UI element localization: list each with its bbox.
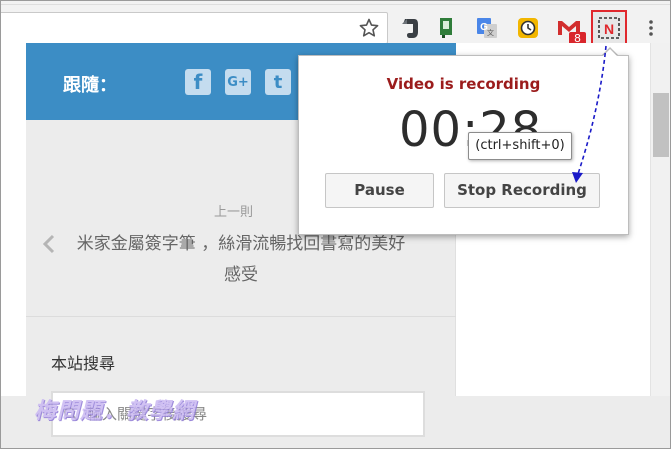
- shortcut-tooltip: (ctrl+shift+0): [468, 132, 572, 160]
- screenshot-frame: G 文 8 N 跟隨： f G+ t 上一則 米家金屬簽字筆 ，絲滑流暢找回書寫…: [0, 0, 671, 449]
- previous-post-label: 上一則: [214, 205, 254, 220]
- green-bookmark-extension-icon[interactable]: [433, 15, 459, 41]
- nimbus-capture-button[interactable]: N: [591, 10, 627, 47]
- google-translate-icon[interactable]: G 文: [474, 15, 500, 41]
- page-left-margin: [1, 43, 26, 396]
- facebook-icon[interactable]: f: [185, 69, 211, 95]
- address-bar[interactable]: [1, 12, 388, 44]
- twitter-icon[interactable]: t: [265, 69, 291, 95]
- chrome-menu-icon[interactable]: [645, 16, 657, 40]
- site-search-input[interactable]: 輸入關鍵字後搜尋: [51, 391, 425, 437]
- search-icon: [64, 407, 78, 421]
- pause-button[interactable]: Pause: [325, 173, 434, 208]
- follow-label: 跟隨：: [63, 75, 117, 96]
- section-divider: [26, 316, 456, 317]
- svg-text:文: 文: [487, 28, 494, 37]
- chevron-left-icon[interactable]: [41, 233, 57, 255]
- svg-text:N: N: [604, 21, 614, 37]
- stop-recording-button[interactable]: Stop Recording: [444, 173, 600, 208]
- googleplus-icon[interactable]: G+: [225, 69, 251, 95]
- scrollbar-thumb[interactable]: [653, 93, 669, 157]
- popup-pointer-fill: [602, 49, 618, 57]
- tab-strip-edge: [1, 1, 670, 5]
- nimbus-capture-icon: N: [598, 17, 620, 39]
- evernote-icon[interactable]: [397, 15, 423, 41]
- clock-extension-icon[interactable]: [515, 15, 541, 41]
- previous-post-link[interactable]: 米家金屬簽字筆 ，絲滑流暢找回書寫的美好感受: [71, 229, 411, 291]
- recording-status: Video is recording: [386, 75, 541, 93]
- bookmark-star-icon[interactable]: [357, 16, 381, 40]
- site-search-heading: 本站搜尋: [51, 354, 116, 373]
